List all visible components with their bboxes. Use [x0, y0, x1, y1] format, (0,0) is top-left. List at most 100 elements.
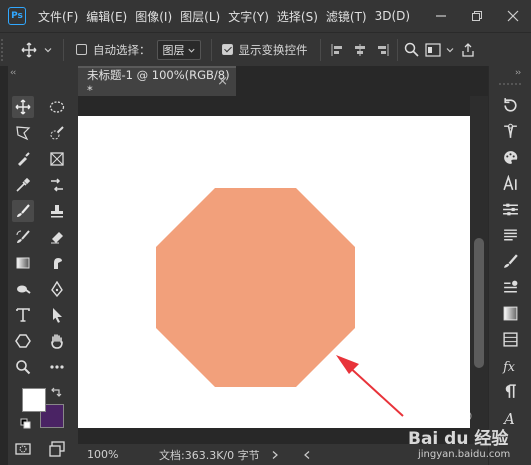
menu-file[interactable]: 文件(F) — [38, 8, 78, 25]
quick-selection-tool[interactable] — [46, 122, 68, 144]
menu-edit[interactable]: 编辑(E) — [86, 8, 127, 25]
show-transform-checkbox[interactable] — [221, 44, 233, 55]
close-tab-icon[interactable]: × — [217, 74, 228, 89]
quick-mask-button[interactable] — [12, 438, 34, 460]
tool-presets-panel-button[interactable] — [498, 276, 522, 298]
color-panel-button[interactable] — [498, 146, 522, 168]
panel-grip[interactable] — [499, 83, 521, 85]
polygon-shape-icon — [15, 334, 31, 348]
paths-panel-button[interactable] — [498, 120, 522, 142]
vertical-scrollbar[interactable] — [470, 96, 488, 444]
arrow-cursor-icon — [53, 308, 62, 323]
paragraph-align-panel-button[interactable] — [498, 224, 522, 246]
screen-mode-icon — [49, 441, 65, 457]
menu-image[interactable]: 图像(I) — [135, 8, 172, 25]
watermark-url: jingyan.baidu.com — [418, 449, 511, 460]
minimize-button[interactable] — [423, 0, 459, 32]
chevron-down-icon — [187, 48, 195, 53]
right-panel-dock: ›› fx A — [488, 66, 531, 465]
ellipse-marquee-icon — [49, 101, 65, 113]
share-icon[interactable] — [461, 42, 475, 57]
collapse-icon[interactable]: ‹‹ — [10, 68, 16, 78]
annotation-arrow — [336, 355, 404, 417]
zoom-level[interactable]: 100% — [87, 448, 139, 461]
type-icon — [16, 308, 30, 322]
align-right-icon[interactable] — [375, 43, 389, 57]
align-center-icon[interactable] — [353, 43, 367, 57]
auto-select-target-dropdown[interactable]: 图层 — [156, 39, 201, 60]
move-tool[interactable] — [12, 96, 34, 118]
gradient-tool[interactable] — [12, 252, 34, 274]
menu-type[interactable]: 文字(Y) — [228, 8, 269, 25]
close-window-button[interactable] — [495, 0, 531, 32]
menu-layer[interactable]: 图层(L) — [180, 8, 220, 25]
octagon-shape[interactable] — [156, 188, 355, 387]
eyedropper-tool[interactable] — [12, 174, 34, 196]
scrollbar-thumb[interactable] — [474, 238, 484, 368]
chevron-down-icon — [44, 47, 52, 52]
history-panel-button[interactable] — [498, 94, 522, 116]
history-brush-icon — [16, 230, 30, 243]
stamp-tool[interactable] — [46, 200, 68, 222]
brush-select-tool[interactable] — [12, 148, 34, 170]
dodge-icon — [17, 285, 31, 294]
options-grip[interactable] — [1, 38, 9, 61]
content-aware-move-tool[interactable] — [46, 174, 68, 196]
properties-panel-button[interactable] — [498, 198, 522, 220]
dodge-tool[interactable] — [12, 278, 34, 300]
separator — [210, 38, 212, 61]
chevron-down-icon[interactable] — [445, 45, 455, 55]
marquee-tool[interactable] — [46, 96, 68, 118]
search-icon[interactable] — [404, 42, 419, 57]
menu-select[interactable]: 选择(S) — [277, 8, 318, 25]
watermark: Bai du 经验 jingyan.baidu.com — [404, 408, 531, 465]
chevron-right-icon[interactable] — [270, 450, 280, 460]
canvas[interactable] — [78, 116, 470, 428]
pilcrow-icon — [505, 383, 516, 398]
menu-filter[interactable]: 滤镜(T) — [326, 8, 367, 25]
chevron-left-icon[interactable] — [302, 450, 312, 460]
paragraph-panel-button[interactable] — [498, 380, 522, 402]
screen-mode-button[interactable] — [46, 438, 68, 460]
zoom-tool[interactable] — [12, 356, 34, 378]
content-aware-move-icon — [51, 178, 63, 192]
palette-icon — [503, 150, 517, 164]
lasso-tool[interactable] — [12, 122, 34, 144]
hand-icon — [51, 334, 63, 349]
document-tab[interactable]: 未标题-1 @ 100%(RGB/8) * × — [78, 66, 236, 97]
frame-tool[interactable] — [46, 148, 68, 170]
workspace-icon[interactable] — [424, 42, 441, 57]
layers-panel-button[interactable] — [498, 328, 522, 350]
fx-icon: fx — [502, 359, 515, 373]
type-tool[interactable] — [12, 304, 34, 326]
styles-panel-button[interactable]: fx — [498, 354, 522, 376]
character-panel-button[interactable] — [498, 172, 522, 194]
dropdown-value: 图层 — [162, 43, 185, 57]
zoom-icon — [16, 360, 31, 375]
path-selection-tool[interactable] — [46, 304, 68, 326]
more-tools[interactable] — [46, 356, 68, 378]
hand-tool[interactable] — [46, 330, 68, 352]
pen-tool[interactable] — [46, 278, 68, 300]
history-brush-tool[interactable] — [12, 226, 34, 248]
more-icon — [50, 365, 64, 369]
foreground-color-swatch[interactable] — [22, 388, 46, 412]
swap-colors-icon[interactable] — [50, 386, 62, 398]
quick-selection-icon — [50, 126, 64, 140]
brush-settings-panel-button[interactable] — [498, 250, 522, 272]
gradient-icon — [16, 257, 30, 269]
menu-3d[interactable]: 3D(D) — [375, 9, 410, 23]
restore-button[interactable] — [459, 0, 495, 32]
align-left-icon[interactable] — [331, 43, 345, 57]
eraser-tool[interactable] — [46, 226, 68, 248]
tool-preset-picker[interactable] — [21, 42, 53, 58]
minimize-icon — [436, 15, 446, 17]
expand-panels-icon[interactable]: ›› — [515, 68, 521, 78]
brush-tool[interactable] — [12, 200, 34, 222]
default-colors-icon[interactable] — [20, 418, 32, 430]
shape-tool[interactable] — [12, 330, 34, 352]
auto-select-checkbox[interactable] — [76, 44, 87, 55]
menu-bar: Ps 文件(F) 编辑(E) 图像(I) 图层(L) 文字(Y) 选择(S) 滤… — [0, 0, 531, 32]
swatches-panel-button[interactable] — [498, 302, 522, 324]
smudge-tool[interactable] — [46, 252, 68, 274]
